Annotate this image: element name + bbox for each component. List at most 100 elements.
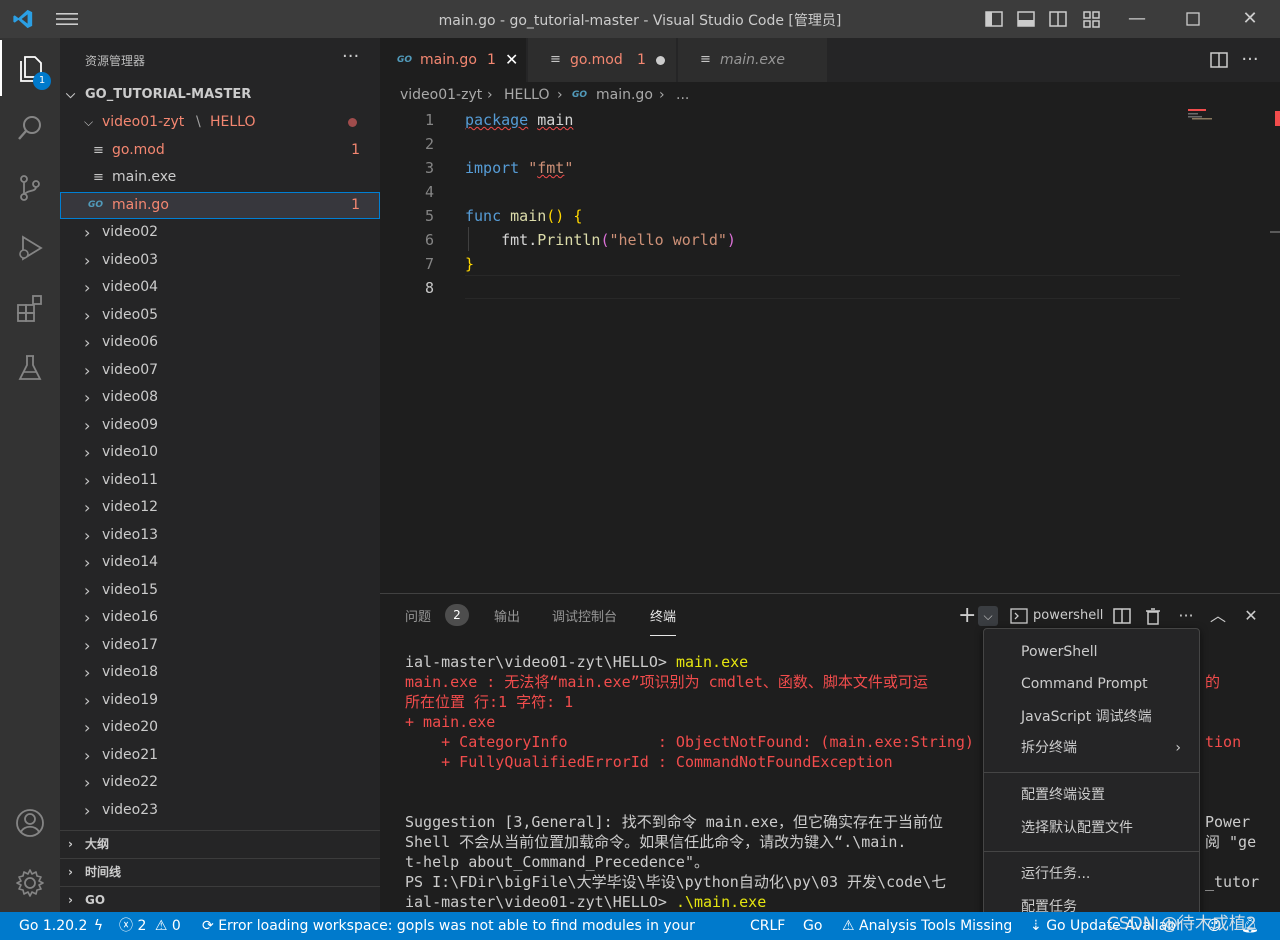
tab-output[interactable]: 输出 (494, 606, 520, 636)
go-version-item[interactable]: Go 1.20.2 ϟ (19, 912, 103, 940)
folder-video05[interactable]: › video05 (60, 302, 380, 329)
close-panel-icon[interactable]: ✕ (1241, 606, 1261, 626)
folder-video09[interactable]: › video09 (60, 412, 380, 439)
file-lines-icon: ≡ (550, 52, 561, 67)
close-tab-icon[interactable]: ✕ (505, 38, 518, 82)
chevron-right-icon: › (84, 608, 91, 627)
menu-item-command-prompt[interactable]: Command Prompt (984, 669, 1199, 699)
explorer-more-actions-icon[interactable]: ··· (342, 46, 359, 67)
folder-video12[interactable]: › video12 (60, 494, 380, 521)
folder-video20[interactable]: › video20 (60, 714, 380, 741)
split-terminal-icon[interactable] (1112, 606, 1132, 626)
timeline-section[interactable]: › 时间线 (60, 858, 380, 885)
breadcrumb-folder[interactable]: video01-zyt (400, 82, 482, 108)
tab-go-mod[interactable]: ≡ go.mod 1 (528, 38, 677, 82)
tab-terminal[interactable]: 终端 (650, 606, 677, 636)
panel-more-actions-icon[interactable]: ··· (1176, 606, 1196, 626)
overview-ruler[interactable] (1270, 108, 1280, 593)
code-line: fmt.Println("hello world") (501, 231, 736, 249)
folder-video17[interactable]: › video17 (60, 632, 380, 659)
testing-icon[interactable] (0, 340, 60, 396)
run-debug-icon[interactable] (0, 220, 60, 276)
unsaved-dot-icon[interactable] (656, 56, 665, 65)
folder-video21[interactable]: › video21 (60, 742, 380, 769)
chevron-right-icon: › (84, 718, 91, 737)
menu-item-split-terminal[interactable]: 拆分终端 › (984, 733, 1199, 763)
new-terminal-icon[interactable]: + (958, 605, 976, 627)
language-mode-item[interactable]: Go (803, 912, 822, 940)
breadcrumb-symbols[interactable]: ... (676, 82, 689, 108)
chevron-down-icon[interactable]: ⌵ (978, 606, 998, 626)
folder-video14[interactable]: › video14 (60, 549, 380, 576)
folder-video23[interactable]: › video23 (60, 797, 380, 824)
line-number: 7 (424, 255, 434, 273)
sync-icon: ⟳ (202, 918, 214, 934)
chevron-right-icon: › (84, 663, 91, 682)
explorer-icon[interactable]: 1 (0, 40, 60, 96)
maximize-window-icon[interactable] (1182, 8, 1204, 30)
chevron-right-icon: › (84, 388, 91, 407)
file-main-exe[interactable]: ≡ main.exe (60, 164, 380, 191)
chevron-right-icon: › (84, 746, 91, 765)
folder-video22[interactable]: › video22 (60, 769, 380, 796)
folder-video06[interactable]: › video06 (60, 329, 380, 356)
breadcrumb-file[interactable]: main.go (596, 82, 653, 108)
code-editor[interactable]: 1 2 3 4 5 6 7 8 package main import "fmt… (380, 108, 1280, 593)
chevron-right-icon: › (84, 691, 91, 710)
chevron-right-icon: › (84, 801, 91, 820)
problems-status-item[interactable]: ⓧ 2 ⚠ 0 (119, 912, 181, 940)
workspace-error-message[interactable]: ⟳ Error loading workspace: gopls was not… (202, 912, 700, 940)
close-window-icon[interactable]: ✕ (1239, 8, 1261, 30)
folder-video10[interactable]: › video10 (60, 439, 380, 466)
menu-item-configure-terminal-settings[interactable]: 配置终端设置 (984, 780, 1199, 810)
folder-video04[interactable]: › video04 (60, 274, 380, 301)
go-section[interactable]: › GO (60, 886, 380, 913)
folder-video02[interactable]: › video02 (60, 219, 380, 246)
workspace-root[interactable]: ⌵ GO_TUTORIAL-MASTER (60, 81, 380, 108)
settings-gear-icon[interactable] (0, 855, 60, 911)
chevron-right-icon: › (84, 306, 91, 325)
tab-main-go[interactable]: GO main.go 1 ✕ (380, 38, 527, 82)
folder-video11[interactable]: › video11 (60, 467, 380, 494)
toggle-panel-icon[interactable] (1016, 9, 1036, 29)
folder-video01-zyt[interactable]: ⌵ video01-zyt \ HELLO (60, 109, 380, 136)
folder-video19[interactable]: › video19 (60, 687, 380, 714)
tab-problems[interactable]: 问题 2 (405, 604, 469, 636)
search-icon[interactable] (0, 100, 60, 156)
trash-icon[interactable] (1143, 606, 1163, 626)
menu-item-select-default-profile[interactable]: 选择默认配置文件 (984, 813, 1199, 843)
source-control-icon[interactable] (0, 160, 60, 216)
folder-video16[interactable]: › video16 (60, 604, 380, 631)
breadcrumb-subfolder[interactable]: HELLO (504, 82, 550, 108)
extensions-icon[interactable] (0, 280, 60, 336)
menu-item-powershell[interactable]: PowerShell (984, 637, 1199, 667)
chevron-right-icon: › (487, 87, 493, 103)
file-go-mod[interactable]: ≡ go.mod 1 (60, 137, 380, 164)
menu-item-js-debug-terminal[interactable]: JavaScript 调试终端 (984, 702, 1199, 732)
folder-video18[interactable]: › video18 (60, 659, 380, 686)
toggle-primary-sidebar-icon[interactable] (984, 9, 1004, 29)
folder-video03[interactable]: › video03 (60, 247, 380, 274)
terminal-line: Shell 不会从当前位置加载命令。如果信任此命令，请改为键入“.\main. 阅… (405, 833, 1257, 851)
menu-item-run-task[interactable]: 运行任务... (984, 859, 1199, 889)
editor-more-actions-icon[interactable]: ··· (1240, 50, 1260, 70)
file-main-go[interactable]: GO main.go 1 (60, 192, 380, 219)
tab-main-exe[interactable]: ≡ main.exe (678, 38, 828, 82)
outline-section[interactable]: › 大纲 (60, 830, 380, 857)
folder-video13[interactable]: › video13 (60, 522, 380, 549)
toggle-secondary-sidebar-icon[interactable] (1048, 9, 1068, 29)
maximize-panel-icon[interactable]: ︿ (1208, 606, 1228, 626)
tab-debug-console[interactable]: 调试控制台 (552, 606, 617, 636)
chevron-right-icon: › (557, 87, 563, 103)
analysis-tools-item[interactable]: ⚠ Analysis Tools Missing (842, 912, 1012, 940)
folder-video07[interactable]: › video07 (60, 357, 380, 384)
split-editor-icon[interactable] (1209, 50, 1229, 70)
folder-video08[interactable]: › video08 (60, 384, 380, 411)
terminal-name[interactable]: powershell (1033, 606, 1103, 626)
customize-layout-icon[interactable] (1082, 9, 1102, 29)
folder-video15[interactable]: › video15 (60, 577, 380, 604)
minimize-window-icon[interactable]: — (1126, 8, 1148, 30)
eol-item[interactable]: CRLF (750, 912, 785, 940)
account-icon[interactable] (0, 795, 60, 851)
minimap[interactable] (1188, 108, 1268, 128)
